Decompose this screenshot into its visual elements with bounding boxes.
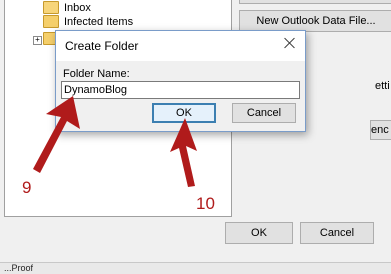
folder-icon [43,14,59,28]
dialog-title: Create Folder [65,39,139,53]
status-strip: ...Proof [0,262,391,274]
annotation-label-10: 10 [196,194,215,213]
tree-item-label: Infected Items [64,16,134,28]
top-button-edge[interactable] [239,0,391,4]
status-text: ...Proof [4,263,34,273]
partial-button[interactable]: enc [370,120,391,140]
expand-icon[interactable]: + [33,36,42,45]
ok-button[interactable]: OK [152,103,216,123]
tree-item-infected[interactable]: Infected Items [43,14,133,30]
inbox-folder-icon [43,0,59,14]
close-icon[interactable] [283,36,297,50]
annotation-label-9: 9 [22,178,32,197]
folder-name-input[interactable] [61,81,300,99]
create-folder-dialog: Create Folder Folder Name: OK Cancel [55,30,306,132]
footer-ok-button[interactable]: OK [225,222,293,244]
footer-cancel-button[interactable]: Cancel [300,222,374,244]
new-outlook-data-file-button[interactable]: New Outlook Data File... [239,10,391,32]
settings-label-fragment: etti [375,80,390,92]
cancel-button[interactable]: Cancel [232,103,296,123]
dialog-titlebar[interactable]: Create Folder [56,31,305,61]
folder-name-label: Folder Name: [63,68,130,80]
tree-item-label: Inbox [64,2,91,14]
